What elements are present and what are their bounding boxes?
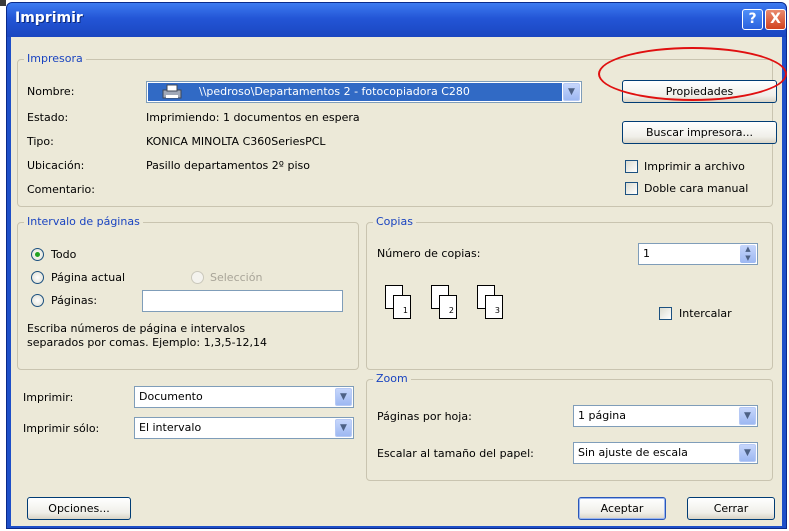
annotation-ellipse — [598, 47, 787, 101]
print-only-label: Imprimir sólo: — [23, 422, 100, 435]
cursor-marker — [0, 0, 6, 6]
window-title: Imprimir — [15, 10, 83, 26]
collate-checkbox[interactable] — [659, 307, 672, 320]
copies-group-title: Copias — [373, 215, 416, 228]
cancel-button[interactable]: Cerrar — [687, 497, 775, 520]
copy-page-icon: 1 — [393, 295, 411, 319]
pages-per-sheet-value: 1 página — [578, 409, 626, 422]
status-value: Imprimiendo: 1 documentos en espera — [146, 111, 360, 124]
collate-label: Intercalar — [679, 307, 732, 320]
chevron-down-icon[interactable]: ▼ — [563, 83, 580, 101]
range-all-radio[interactable] — [31, 248, 44, 261]
chevron-down-icon[interactable]: ▼ — [739, 444, 756, 462]
name-label: Nombre: — [27, 85, 75, 98]
page-range-group-title: Intervalo de páginas — [24, 215, 143, 228]
print-only-value: El intervalo — [139, 421, 202, 434]
range-pages-radio[interactable] — [31, 294, 44, 307]
range-hint-line2: separados por comas. Ejemplo: 1,3,5-12,1… — [27, 336, 268, 349]
zoom-group-title: Zoom — [373, 372, 411, 385]
title-bar: Imprimir ? X — [7, 3, 786, 37]
range-all-label: Todo — [51, 248, 77, 261]
range-selection-label: Selección — [210, 271, 263, 284]
pages-per-sheet-label: Páginas por hoja: — [377, 410, 472, 423]
manual-duplex-label: Doble cara manual — [644, 182, 749, 195]
print-to-file-checkbox[interactable] — [625, 160, 638, 173]
options-button[interactable]: Opciones... — [27, 497, 131, 520]
print-what-value: Documento — [139, 390, 203, 403]
copy-page-icon: 3 — [485, 295, 503, 319]
range-pages-label: Páginas: — [51, 294, 98, 307]
location-label: Ubicación: — [27, 159, 85, 172]
copies-count-label: Número de copias: — [377, 247, 481, 260]
chevron-down-icon[interactable]: ▼ — [739, 407, 756, 425]
type-value: KONICA MINOLTA C360SeriesPCL — [146, 135, 326, 148]
printer-group-title: Impresora — [24, 52, 86, 65]
chevron-down-icon[interactable]: ▼ — [335, 388, 352, 406]
scale-select[interactable]: Sin ajuste de escala ▼ — [573, 442, 758, 464]
pages-per-sheet-select[interactable]: 1 página ▼ — [573, 405, 758, 427]
print-only-select[interactable]: El intervalo ▼ — [134, 417, 354, 439]
printer-icon — [162, 84, 182, 99]
scale-value: Sin ajuste de escala — [578, 446, 688, 459]
print-what-label: Imprimir: — [23, 391, 74, 404]
print-what-select[interactable]: Documento ▼ — [134, 386, 354, 408]
dialog-body: Impresora Nombre: \\pedroso\Departamento… — [11, 37, 782, 526]
type-label: Tipo: — [27, 135, 54, 148]
chevron-down-icon[interactable]: ▼ — [335, 419, 352, 437]
help-button[interactable]: ? — [742, 9, 763, 30]
printer-name-select[interactable]: \\pedroso\Departamentos 2 - fotocopiador… — [146, 81, 582, 103]
spinner-arrows-icon[interactable]: ▲ ▼ — [740, 245, 756, 263]
range-hint-line1: Escriba números de página e intervalos — [27, 322, 246, 335]
copies-count-spinner[interactable]: 1 ▲ ▼ — [638, 243, 758, 265]
scale-label: Escalar al tamaño del papel: — [377, 447, 534, 460]
range-current-radio[interactable] — [31, 271, 44, 284]
status-label: Estado: — [27, 111, 69, 124]
range-selection-radio[interactable] — [191, 271, 204, 284]
range-current-label: Página actual — [51, 271, 125, 284]
close-window-button[interactable]: X — [765, 9, 786, 30]
pages-input[interactable] — [142, 290, 343, 312]
copies-count-value: 1 — [643, 247, 650, 260]
ok-button[interactable]: Aceptar — [578, 497, 666, 520]
printer-name-value: \\pedroso\Departamentos 2 - fotocopiador… — [199, 85, 470, 98]
comment-label: Comentario: — [27, 183, 95, 196]
location-value: Pasillo departamentos 2º piso — [146, 159, 310, 172]
copy-page-icon: 2 — [439, 295, 457, 319]
print-to-file-label: Imprimir a archivo — [644, 160, 745, 173]
find-printer-button[interactable]: Buscar impresora... — [622, 121, 777, 144]
zoom-group: Zoom — [366, 372, 773, 481]
manual-duplex-checkbox[interactable] — [625, 182, 638, 195]
